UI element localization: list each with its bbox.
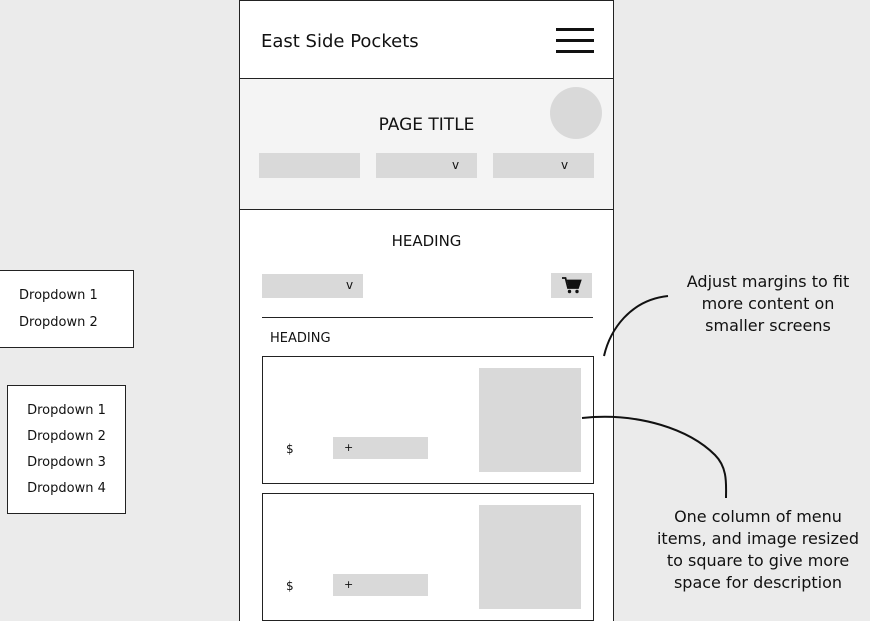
column-layout-annotation: One column of menu items, and image resi… (656, 507, 859, 592)
margins-annotation: Adjust margins to fit more content on sm… (686, 272, 850, 335)
